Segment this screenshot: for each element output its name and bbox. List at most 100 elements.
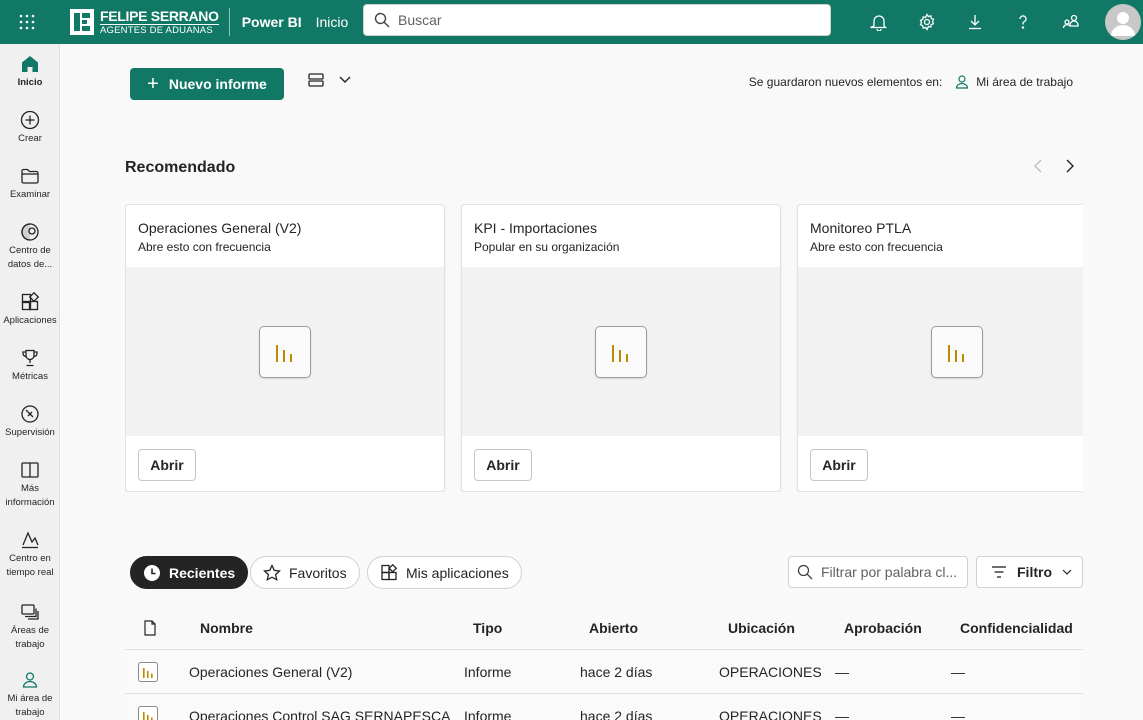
save-prefix: Se guardaron nuevos elementos en: xyxy=(748,75,943,89)
save-workspace-link[interactable]: Mi área de trabajo xyxy=(954,74,1073,90)
filter-lines-icon xyxy=(992,566,1006,578)
rail-label: Áreas de trabajo xyxy=(10,625,50,650)
tab-label: Favoritos xyxy=(289,564,347,581)
rail-item-crear[interactable]: Crear xyxy=(0,110,60,146)
rail-label: Examinar xyxy=(9,189,51,200)
rail-item-examinar[interactable]: Examinar xyxy=(0,166,60,202)
product-name[interactable]: Power BI xyxy=(242,14,302,30)
rail-label: Supervisión xyxy=(5,427,55,438)
filter-button[interactable]: Filtro xyxy=(976,556,1083,588)
share-people-icon[interactable] xyxy=(1047,0,1095,44)
rail-item-metricas[interactable]: Métricas xyxy=(0,348,60,384)
realtime-icon xyxy=(22,531,39,549)
filter-placeholder: Filtrar por palabra cl... xyxy=(821,564,958,580)
search-icon xyxy=(797,564,813,580)
recommended-card[interactable]: Operaciones General (V2) Abre esto con f… xyxy=(125,204,445,492)
rail-item-tiempo-real[interactable]: Centro en tiempo real xyxy=(2,530,58,580)
view-selector[interactable] xyxy=(307,72,351,88)
tab-favoritos[interactable]: Favoritos xyxy=(250,556,360,589)
apps-icon xyxy=(381,563,398,580)
apps-icon xyxy=(21,292,40,311)
card-subtitle: Abre esto con frecuencia xyxy=(810,240,943,254)
header-sensitivity[interactable]: Confidencialidad xyxy=(960,606,1073,650)
open-button[interactable]: Abrir xyxy=(138,449,196,481)
keyword-filter-input[interactable]: Filtrar por palabra cl... xyxy=(788,556,968,588)
open-button[interactable]: Abrir xyxy=(474,449,532,481)
folder-icon xyxy=(21,168,39,184)
rail-item-supervision[interactable]: Supervisión xyxy=(0,404,60,440)
report-icon xyxy=(595,325,647,378)
header-location[interactable]: Ubicación xyxy=(728,606,795,650)
header-name[interactable]: Nombre xyxy=(200,606,253,650)
row-location[interactable]: OPERACIONES xyxy=(719,650,822,694)
recommended-carousel: Operaciones General (V2) Abre esto con f… xyxy=(125,204,1083,492)
header-approval[interactable]: Aprobación xyxy=(844,606,922,650)
rail-label: Centro en tiempo real xyxy=(6,553,54,578)
rail-label: Crear xyxy=(18,133,42,144)
chevron-down-icon xyxy=(1062,569,1072,575)
help-icon[interactable] xyxy=(999,0,1047,44)
download-icon[interactable] xyxy=(951,0,999,44)
logo-mark-icon xyxy=(70,9,94,35)
recommended-card[interactable]: Monitoreo PTLA Abre esto con frecuencia … xyxy=(797,204,1083,492)
tab-mis-aplicaciones[interactable]: Mis aplicaciones xyxy=(367,556,522,589)
layout-icon xyxy=(308,73,324,87)
card-title: Operaciones General (V2) xyxy=(138,220,302,236)
company-logo[interactable]: FELIPE SERRANO AGENTES DE ADUANAS xyxy=(70,8,230,36)
report-icon xyxy=(138,650,158,694)
rail-item-aplicaciones[interactable]: Aplicaciones xyxy=(0,292,60,328)
header-opened[interactable]: Abierto xyxy=(589,606,638,650)
row-opened: hace 2 días xyxy=(580,708,653,720)
header-type[interactable]: Tipo xyxy=(473,606,502,650)
table-row[interactable]: Operaciones General (V2) Informe hace 2 … xyxy=(125,650,1083,694)
chevron-right-icon[interactable] xyxy=(1065,158,1075,174)
breadcrumb[interactable]: Inicio xyxy=(316,14,349,30)
rail-label: Más información xyxy=(5,483,55,508)
plus-icon: + xyxy=(147,73,159,95)
tab-recientes[interactable]: Recientes xyxy=(130,556,249,589)
save-workspace-label: Mi área de trabajo xyxy=(976,75,1073,89)
report-icon xyxy=(259,325,311,378)
data-hub-icon xyxy=(21,223,39,241)
rail-item-centro-datos[interactable]: Centro de datos de... xyxy=(2,222,58,272)
home-icon xyxy=(22,56,38,72)
gear-icon[interactable] xyxy=(903,0,951,44)
star-icon xyxy=(263,563,281,581)
waffle-icon[interactable] xyxy=(0,0,54,44)
recommended-title: Recomendado xyxy=(125,159,236,176)
trophy-icon xyxy=(22,349,38,367)
rail-item-mas-informacion[interactable]: Más información xyxy=(2,460,58,510)
row-approval: — xyxy=(835,664,849,680)
rail-label: Inicio xyxy=(17,77,43,88)
book-icon xyxy=(21,462,39,478)
card-subtitle: Popular en su organización xyxy=(474,240,620,254)
rail-label: Aplicaciones xyxy=(3,315,57,326)
new-report-button[interactable]: + Nuevo informe xyxy=(130,68,284,100)
filter-button-label: Filtro xyxy=(1017,564,1052,580)
workspaces-icon xyxy=(21,604,39,620)
row-location[interactable]: OPERACIONES xyxy=(719,694,822,720)
row-name[interactable]: Operaciones Control SAG SERNAPESCA xyxy=(189,694,450,720)
recommended-card[interactable]: KPI - Importaciones Popular en su organi… xyxy=(461,204,781,492)
search-input[interactable]: Buscar xyxy=(363,4,831,36)
card-preview xyxy=(126,267,444,436)
left-nav-rail: Inicio Crear Examinar Centro de datos de… xyxy=(0,44,60,720)
chevron-left-icon[interactable] xyxy=(1033,158,1043,174)
card-preview xyxy=(798,267,1083,436)
chevron-down-icon xyxy=(339,76,351,83)
tab-label: Mis aplicaciones xyxy=(406,564,509,581)
bell-icon[interactable] xyxy=(855,0,903,44)
avatar[interactable] xyxy=(1105,4,1141,40)
save-location-info: Se guardaron nuevos elementos en: Mi áre… xyxy=(749,74,1073,90)
rail-item-areas-trabajo[interactable]: Áreas de trabajo xyxy=(2,602,58,652)
search-placeholder: Buscar xyxy=(398,12,442,28)
rail-item-inicio[interactable]: Inicio xyxy=(0,54,60,90)
monitor-icon xyxy=(21,405,39,423)
clock-icon xyxy=(144,564,160,581)
open-button[interactable]: Abrir xyxy=(810,449,868,481)
search-icon xyxy=(374,12,390,28)
table-row[interactable]: Operaciones Control SAG SERNAPESCA Infor… xyxy=(125,694,1083,720)
rail-item-mi-area[interactable]: Mi área de trabajo xyxy=(2,670,58,720)
plus-circle-icon xyxy=(20,110,40,130)
row-name[interactable]: Operaciones General (V2) xyxy=(189,650,352,694)
